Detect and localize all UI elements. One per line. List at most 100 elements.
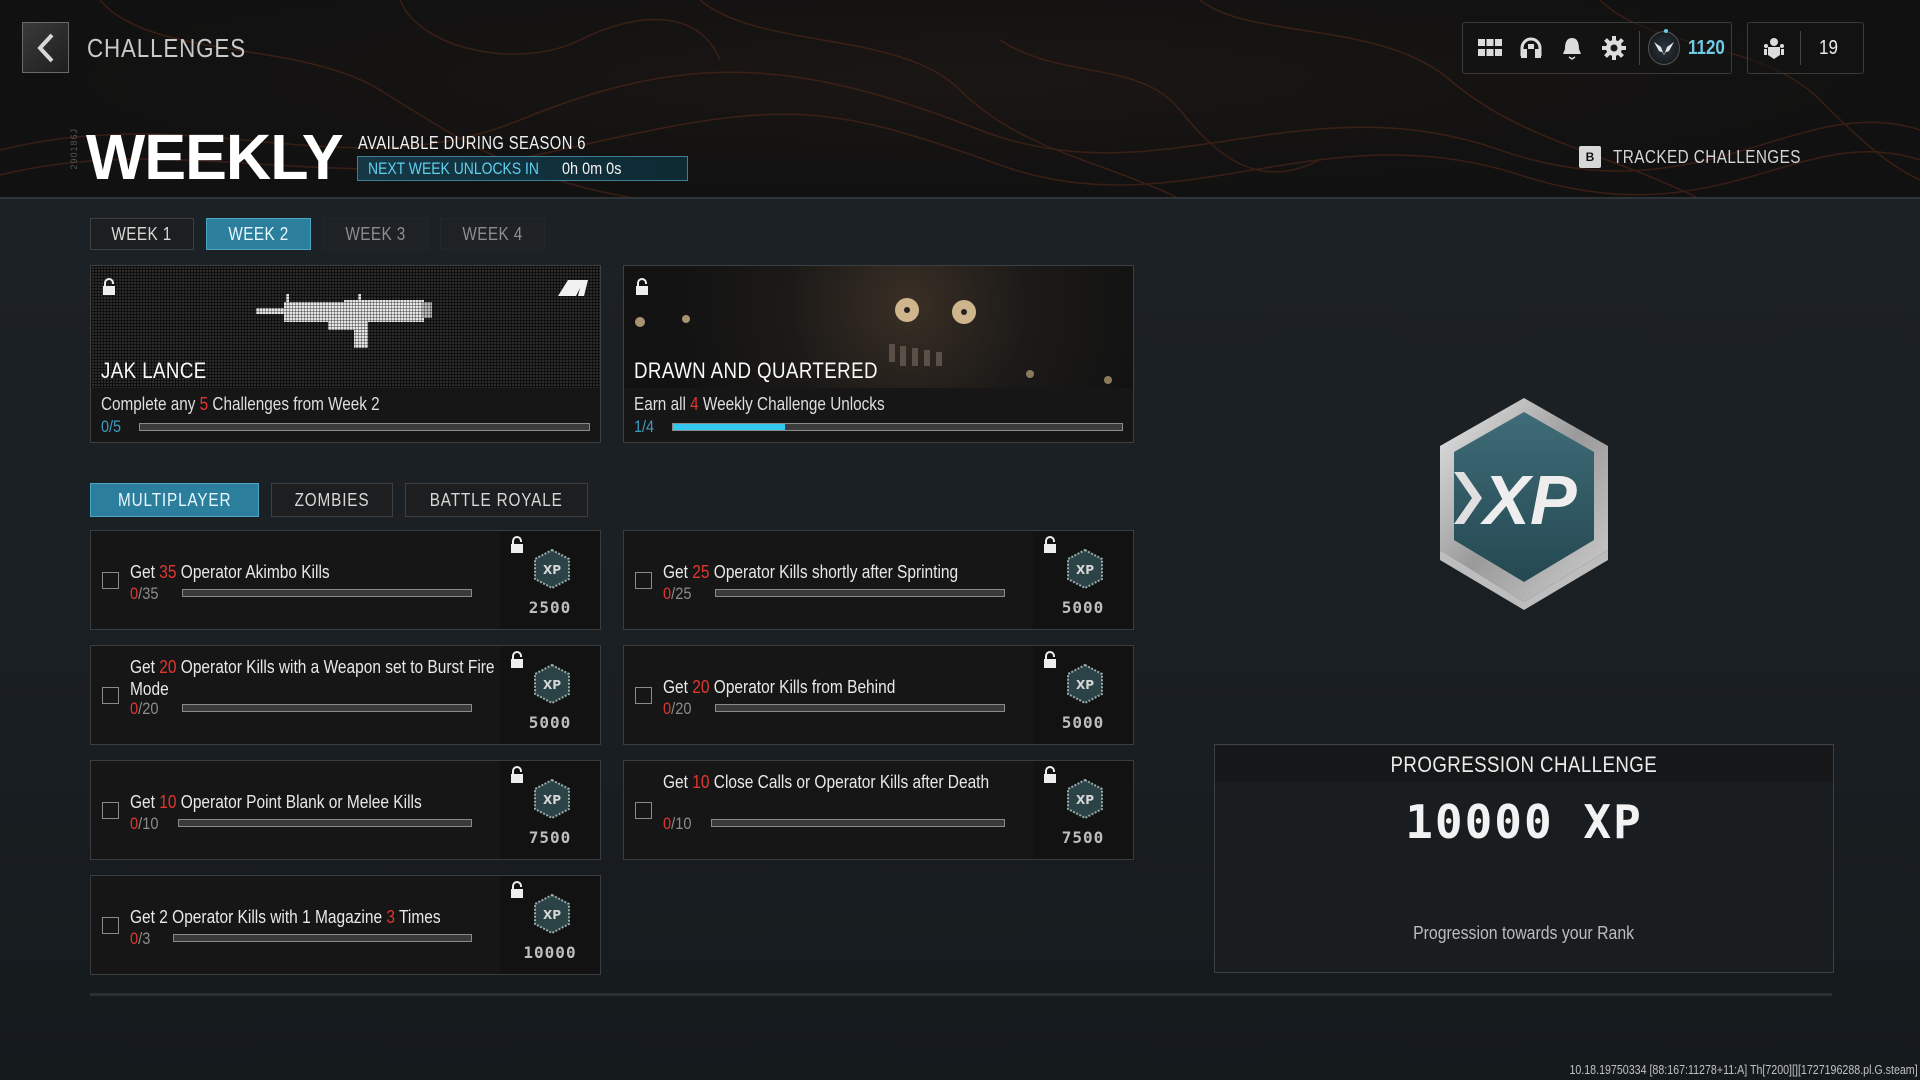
weapon-unlock-card[interactable]: JAK LANCE Complete any 5 Challenges from… [90, 265, 601, 443]
challenge-progress-text: 0/3 [130, 929, 150, 949]
desc-text: Times [395, 907, 441, 927]
desc-highlight: 3 [386, 907, 396, 927]
xp-token-icon: XP [534, 549, 570, 589]
unlocked-padlock-icon [636, 278, 648, 295]
unlocked-padlock-icon [511, 651, 523, 668]
tab-week-2[interactable]: WEEK 2 [206, 218, 311, 250]
tab-label: MULTIPLAYER [117, 489, 232, 510]
back-button[interactable] [22, 22, 69, 73]
challenge-reward: XP 5000 [500, 646, 600, 744]
card-progress-text: 1/4 [634, 417, 655, 436]
challenge-description: Get 35 Operator Akimbo Kills [130, 561, 510, 583]
unlocked-padlock-icon [103, 278, 115, 295]
card-progress-text: 0/5 [101, 417, 122, 436]
xp-reward-amount: 7500 [528, 828, 572, 847]
hud-separator [1800, 31, 1801, 65]
challenge-item[interactable]: Get 20 Operator Kills from Behind 0/20 X… [623, 645, 1134, 745]
desc-highlight: 10 [159, 792, 177, 812]
desc-text: Operator Akimbo Kills [176, 562, 330, 582]
track-checkbox[interactable] [635, 572, 652, 589]
track-checkbox[interactable] [635, 802, 652, 819]
tab-label: BATTLE ROYALE [430, 489, 563, 510]
tab-week-3[interactable]: WEEK 3 [323, 218, 428, 250]
progression-heading: PROGRESSION CHALLENGE [1390, 752, 1658, 777]
calling-card-unlock-card[interactable]: DRAWN AND QUARTERED Earn all 4 Weekly Ch… [623, 265, 1134, 443]
xp-badge-icon: XP [1440, 398, 1608, 610]
challenge-item[interactable]: Get 35 Operator Akimbo Kills 0/35 XP 250… [90, 530, 601, 630]
card-title: JAK LANCE [101, 358, 207, 383]
tracked-challenges-label: TRACKED CHALLENGES [1613, 146, 1801, 167]
xp-token-icon: XP [1067, 664, 1103, 704]
desc-text: Get [130, 562, 160, 582]
challenge-reward: XP 7500 [1033, 761, 1133, 859]
tab-week-4[interactable]: WEEK 4 [440, 218, 545, 250]
challenge-item[interactable]: Get 10 Operator Point Blank or Melee Kil… [90, 760, 601, 860]
tab-battle-royale[interactable]: BATTLE ROYALE [405, 483, 588, 517]
next-week-time: 0h 0m 0s [562, 158, 622, 178]
desc-text: Weekly Challenge Unlocks [698, 394, 885, 414]
svg-text:XP: XP [543, 678, 561, 692]
challenge-progress-text: 0/20 [663, 699, 691, 719]
tab-week-1[interactable]: WEEK 1 [90, 218, 194, 250]
progress-total: /35 [138, 584, 159, 603]
challenge-progress-text: 0/35 [130, 584, 158, 604]
desc-highlight: 5 [199, 394, 209, 414]
xp-reward-amount: 5000 [528, 713, 572, 732]
week-tabs: WEEK 1 WEEK 2 WEEK 3 WEEK 4 [90, 218, 545, 250]
challenge-item[interactable]: Get 10 Close Calls or Operator Kills aft… [623, 760, 1134, 860]
subtitle-text: Progression towards your Rank [1413, 923, 1635, 943]
progress-total: /20 [138, 699, 159, 718]
grid-menu-icon[interactable] [1469, 26, 1510, 70]
mode-tabs: MULTIPLAYER ZOMBIES BATTLE ROYALE [90, 483, 588, 517]
challenge-description: Get 25 Operator Kills shortly after Spri… [663, 561, 1043, 583]
xp-token-icon: XP [534, 664, 570, 704]
svg-text:XP: XP [1076, 793, 1094, 807]
header: CHALLENGES 290186J WEEKLY AVAILABLE DURI… [0, 0, 1920, 199]
challenge-progress-text: 0/25 [663, 584, 691, 604]
challenge-item[interactable]: Get 2 Operator Kills with 1 Magazine 3 T… [90, 875, 601, 975]
settings-gear-icon[interactable] [1593, 26, 1634, 70]
svg-text:XP: XP [543, 793, 561, 807]
notification-bell-icon[interactable] [1552, 26, 1593, 70]
track-checkbox[interactable] [102, 917, 119, 934]
rank-wings-icon [1653, 42, 1674, 55]
xp-token-icon: XP [534, 894, 570, 934]
challenge-description: Get 20 Operator Kills from Behind [663, 676, 1043, 698]
headset-icon[interactable] [1510, 26, 1551, 70]
hud-separator [1638, 31, 1640, 65]
desc-text: Challenges from Week 2 [208, 394, 380, 414]
challenge-reward: XP 5000 [1033, 646, 1133, 744]
unlocked-padlock-icon [511, 766, 523, 783]
challenge-item[interactable]: Get 20 Operator Kills with a Weapon set … [90, 645, 601, 745]
challenge-reward: XP 5000 [1033, 531, 1133, 629]
xp-reward-amount: 5000 [1061, 598, 1105, 617]
svg-text:XP: XP [1076, 678, 1094, 692]
challenge-reward: XP 2500 [500, 531, 600, 629]
challenge-progress-bar [711, 819, 1005, 827]
desc-highlight: 20 [159, 657, 177, 677]
challenge-progress-text: 0/10 [130, 814, 158, 834]
unlocked-padlock-icon [1044, 651, 1056, 668]
desc-text: Operator Kills shortly after Sprinting [709, 562, 959, 582]
tab-multiplayer[interactable]: MULTIPLAYER [90, 483, 259, 517]
progress-total: /10 [138, 814, 159, 833]
desc-highlight: 25 [692, 562, 710, 582]
svg-text:XP: XP [1076, 563, 1094, 577]
challenge-item[interactable]: Get 25 Operator Kills shortly after Spri… [623, 530, 1134, 630]
track-checkbox[interactable] [102, 802, 119, 819]
desc-text: Get [130, 657, 160, 677]
challenge-progress-bar [715, 589, 1005, 597]
unlocked-padlock-icon [1044, 766, 1056, 783]
desc-text: Get [663, 562, 693, 582]
track-checkbox[interactable] [102, 687, 119, 704]
tracked-challenges-button[interactable]: B TRACKED CHALLENGES [1579, 146, 1834, 168]
party-panel[interactable]: 19 [1747, 22, 1864, 74]
track-checkbox[interactable] [635, 687, 652, 704]
xp-token-icon: XP [1067, 549, 1103, 589]
desc-highlight: 35 [159, 562, 177, 582]
rank-emblem[interactable] [1647, 29, 1680, 65]
tab-label: WEEK 4 [462, 223, 523, 244]
progression-challenge-panel: PROGRESSION CHALLENGE 10000 XP Progressi… [1214, 744, 1834, 973]
tab-zombies[interactable]: ZOMBIES [271, 483, 393, 517]
track-checkbox[interactable] [102, 572, 119, 589]
